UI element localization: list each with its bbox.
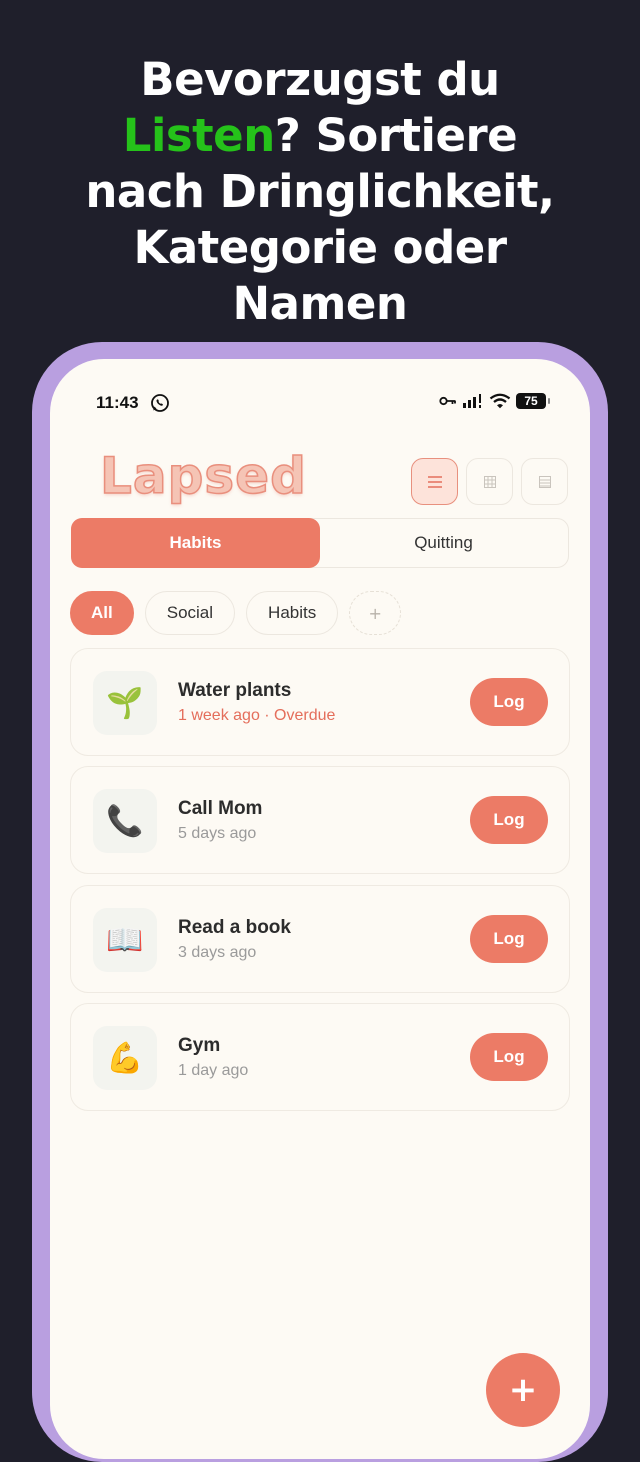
- habit-last-logged: 1 week ago · Overdue: [178, 707, 336, 724]
- status-time: 11:43: [96, 393, 139, 412]
- add-category-button[interactable]: +: [349, 591, 402, 635]
- habit-card-gym[interactable]: 💪 Gym 1 day ago Log: [70, 1003, 570, 1111]
- chip-social[interactable]: Social: [144, 591, 236, 635]
- habit-card-water-plants[interactable]: 🌱 Water plants 1 week ago · Overdue Log: [70, 648, 570, 756]
- grid-view-icon: [483, 475, 496, 488]
- headline-line-4: Kategorie oder: [133, 221, 507, 274]
- compact-view-icon: [538, 475, 551, 488]
- add-habit-fab[interactable]: +: [486, 1353, 560, 1427]
- cellular-signal-icon: [463, 394, 481, 408]
- flexed-biceps-icon: 💪: [93, 1026, 157, 1090]
- log-button[interactable]: Log: [470, 678, 548, 726]
- app-logo: Lapsed: [99, 446, 307, 506]
- headline-line-2: ? Sortiere: [274, 109, 518, 162]
- list-view-icon: [427, 475, 442, 488]
- habit-last-logged: 5 days ago: [178, 825, 257, 842]
- view-toggle-group: [411, 458, 568, 505]
- app-screen: 11:43 75 Lapsed Habits Quitting All Soci…: [50, 359, 590, 1459]
- vpn-key-icon: [439, 396, 456, 406]
- headline-line-1: Bevorzugst du: [140, 53, 500, 106]
- phone-icon: 📞: [93, 789, 157, 853]
- wifi-icon: [489, 393, 511, 409]
- chip-all[interactable]: All: [70, 591, 134, 635]
- habit-card-read-a-book[interactable]: 📖 Read a book 3 days ago Log: [70, 885, 570, 993]
- whatsapp-icon: [151, 394, 169, 412]
- mode-segmented-control: Habits Quitting: [71, 518, 569, 568]
- status-indicators: 75: [439, 393, 550, 409]
- compact-view-button[interactable]: [521, 458, 568, 505]
- book-icon: 📖: [93, 908, 157, 972]
- log-button[interactable]: Log: [470, 915, 548, 963]
- habit-title: Gym: [178, 1035, 221, 1056]
- battery-indicator: 75: [516, 393, 550, 409]
- list-view-button[interactable]: [411, 458, 458, 505]
- seedling-icon: 🌱: [93, 671, 157, 735]
- habit-title: Call Mom: [178, 798, 263, 819]
- habit-last-logged: 1 day ago: [178, 1062, 249, 1079]
- habit-title: Water plants: [178, 680, 292, 701]
- habit-title: Read a book: [178, 917, 291, 938]
- log-button[interactable]: Log: [470, 1033, 548, 1081]
- habit-card-call-mom[interactable]: 📞 Call Mom 5 days ago Log: [70, 766, 570, 874]
- headline-line-3: nach Dringlichkeit,: [85, 165, 555, 218]
- category-chips: All Social Habits +: [70, 591, 402, 635]
- marketing-headline: Bevorzugst du Listen? Sortiere nach Drin…: [0, 52, 640, 332]
- segment-habits[interactable]: Habits: [71, 518, 320, 568]
- headline-highlight: Listen: [122, 109, 275, 162]
- habit-last-logged: 3 days ago: [178, 944, 257, 961]
- segment-quitting[interactable]: Quitting: [319, 519, 568, 567]
- grid-view-button[interactable]: [466, 458, 513, 505]
- headline-line-5: Namen: [232, 277, 408, 330]
- chip-habits[interactable]: Habits: [246, 591, 339, 635]
- log-button[interactable]: Log: [470, 796, 548, 844]
